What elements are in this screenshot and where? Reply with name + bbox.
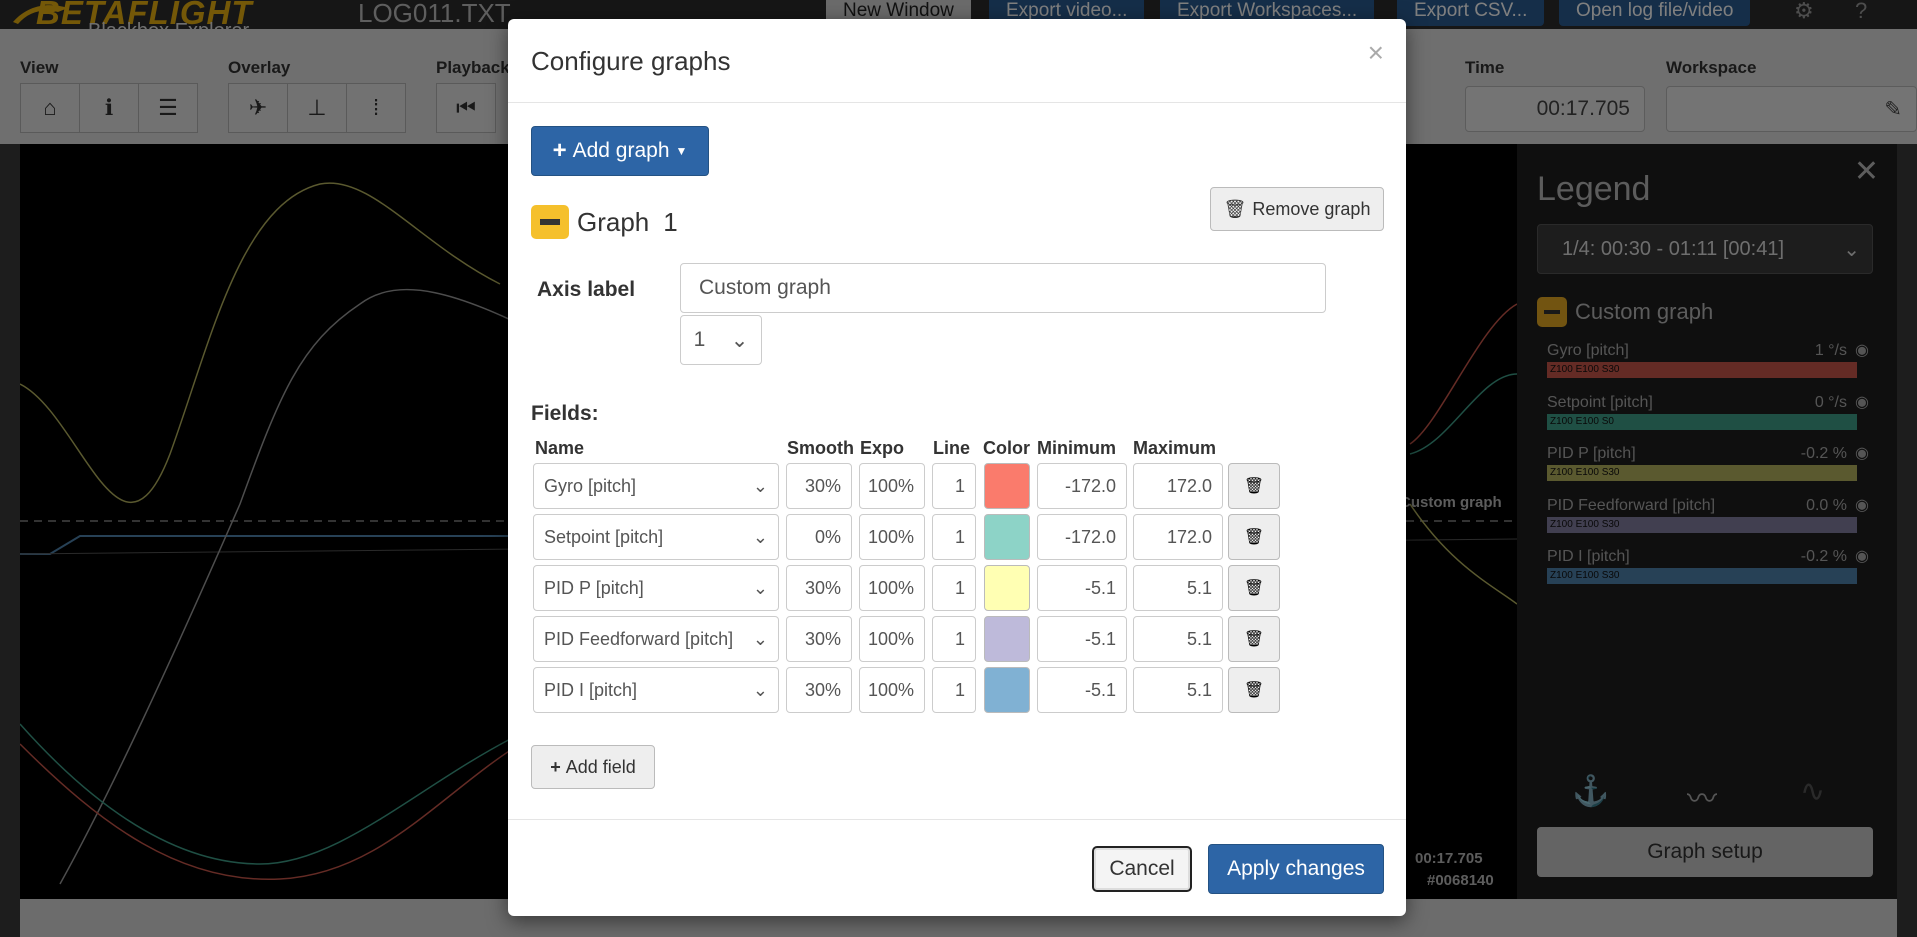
chevron-down-icon: ⌄ [752, 679, 768, 700]
field-expo-input[interactable]: 100% [859, 667, 925, 713]
field-smooth-input[interactable]: 30% [786, 565, 852, 611]
field-minimum-input[interactable]: -5.1 [1037, 616, 1127, 662]
chevron-down-icon: ⌄ [752, 577, 768, 598]
field-smooth-input[interactable]: 0% [786, 514, 852, 560]
graph-number: 1 [663, 206, 678, 237]
trash-icon: 🗑 [1223, 198, 1247, 219]
field-expo-input[interactable]: 100% [859, 565, 925, 611]
field-expo-input[interactable]: 100% [859, 514, 925, 560]
field-line-input[interactable]: 1 [932, 565, 976, 611]
caret-down-icon: ▼ [675, 144, 688, 158]
col-line: Line [933, 438, 971, 458]
graph-header: Graph 1 [531, 205, 678, 239]
field-row: Setpoint [pitch] ⌄ 0% 100% 1 -172.0 172.0 🗑 [508, 514, 1406, 562]
plus-icon: + [550, 756, 561, 777]
field-maximum-input[interactable]: 172.0 [1133, 463, 1223, 509]
collapse-graph-icon[interactable] [531, 205, 569, 239]
delete-field-button[interactable]: 🗑 [1228, 667, 1280, 713]
field-color-swatch[interactable] [984, 667, 1030, 713]
field-maximum-input[interactable]: 172.0 [1133, 514, 1223, 560]
field-name-value: Gyro [pitch] [544, 475, 637, 496]
fields-label: Fields: [531, 402, 599, 425]
chevron-down-icon: ⌄ [752, 526, 768, 547]
cancel-button[interactable]: Cancel [1092, 846, 1192, 892]
app-root: BETAFLIGHT Blackbox Explorer LOG011.TXT … [0, 0, 1917, 937]
delete-field-button[interactable]: 🗑 [1228, 616, 1280, 662]
field-line-input[interactable]: 1 [932, 463, 976, 509]
add-field-button[interactable]: + Add field [531, 745, 655, 789]
field-color-swatch[interactable] [984, 616, 1030, 662]
col-maximum: Maximum [1133, 438, 1217, 458]
field-name-value: PID Feedforward [pitch] [544, 628, 734, 649]
field-row: PID Feedforward [pitch] ⌄ 30% 100% 1 -5.1 5.1 🗑 [508, 616, 1406, 664]
field-name-select[interactable]: Gyro [pitch] ⌄ [533, 463, 779, 509]
modal-header: Configure graphs × [508, 19, 1406, 103]
modal-close-icon[interactable]: × [1368, 37, 1384, 69]
delete-field-button[interactable]: 🗑 [1228, 463, 1280, 509]
field-minimum-input[interactable]: -172.0 [1037, 514, 1127, 560]
field-expo-input[interactable]: 100% [859, 463, 925, 509]
add-graph-button[interactable]: + Add graph ▼ [531, 126, 709, 176]
field-line-input[interactable]: 1 [932, 514, 976, 560]
delete-field-button[interactable]: 🗑 [1228, 514, 1280, 560]
field-color-swatch[interactable] [984, 463, 1030, 509]
graph-title: Graph [577, 206, 650, 237]
trash-icon: 🗑 [1243, 580, 1265, 597]
col-expo: Expo [860, 438, 905, 458]
field-name-value: PID I [pitch] [544, 679, 638, 700]
trash-icon: 🗑 [1243, 529, 1265, 546]
axis-label-title: Axis label [537, 278, 636, 301]
chevron-down-icon: ⌄ [730, 328, 749, 352]
field-name-value: PID P [pitch] [544, 577, 644, 598]
trash-icon: 🗑 [1243, 478, 1265, 495]
plus-icon: + [552, 137, 567, 164]
axis-label-input[interactable]: Custom graph [680, 263, 1326, 313]
field-smooth-input[interactable]: 30% [786, 667, 852, 713]
field-expo-input[interactable]: 100% [859, 616, 925, 662]
axis-select-value: 1 [693, 328, 706, 351]
trash-icon: 🗑 [1243, 631, 1265, 648]
field-name-select[interactable]: PID I [pitch] ⌄ [533, 667, 779, 713]
field-minimum-input[interactable]: -5.1 [1037, 565, 1127, 611]
add-field-label: Add field [565, 756, 636, 777]
field-smooth-input[interactable]: 30% [786, 616, 852, 662]
field-row: Gyro [pitch] ⌄ 30% 100% 1 -172.0 172.0 🗑 [508, 463, 1406, 511]
add-graph-label: Add graph [572, 139, 670, 162]
chevron-down-icon: ⌄ [752, 628, 768, 649]
field-maximum-input[interactable]: 5.1 [1133, 616, 1223, 662]
field-name-value: Setpoint [pitch] [544, 526, 664, 547]
apply-changes-button[interactable]: Apply changes [1208, 844, 1384, 894]
field-line-input[interactable]: 1 [932, 616, 976, 662]
field-row: PID P [pitch] ⌄ 30% 100% 1 -5.1 5.1 🗑 [508, 565, 1406, 613]
field-maximum-input[interactable]: 5.1 [1133, 667, 1223, 713]
col-name: Name [535, 438, 585, 458]
field-name-select[interactable]: PID Feedforward [pitch] ⌄ [533, 616, 779, 662]
field-name-select[interactable]: PID P [pitch] ⌄ [533, 565, 779, 611]
field-minimum-input[interactable]: -172.0 [1037, 463, 1127, 509]
col-smooth: Smooth [787, 438, 854, 458]
col-color: Color [983, 438, 1030, 458]
axis-select[interactable]: 1 ⌄ [680, 315, 762, 365]
delete-field-button[interactable]: 🗑 [1228, 565, 1280, 611]
field-minimum-input[interactable]: -5.1 [1037, 667, 1127, 713]
modal-footer: Cancel Apply changes [508, 819, 1406, 916]
remove-graph-button[interactable]: 🗑 Remove graph [1210, 187, 1384, 231]
field-row: PID I [pitch] ⌄ 30% 100% 1 -5.1 5.1 🗑 [508, 667, 1406, 715]
field-color-swatch[interactable] [984, 565, 1030, 611]
chevron-down-icon: ⌄ [752, 475, 768, 496]
field-color-swatch[interactable] [984, 514, 1030, 560]
field-line-input[interactable]: 1 [932, 667, 976, 713]
field-maximum-input[interactable]: 5.1 [1133, 565, 1223, 611]
field-name-select[interactable]: Setpoint [pitch] ⌄ [533, 514, 779, 560]
trash-icon: 🗑 [1243, 682, 1265, 699]
configure-graphs-modal: Configure graphs × + Add graph ▼ Graph 1… [508, 19, 1406, 916]
modal-title: Configure graphs [531, 46, 731, 76]
col-minimum: Minimum [1037, 438, 1116, 458]
remove-graph-label: Remove graph [1252, 198, 1371, 219]
field-smooth-input[interactable]: 30% [786, 463, 852, 509]
